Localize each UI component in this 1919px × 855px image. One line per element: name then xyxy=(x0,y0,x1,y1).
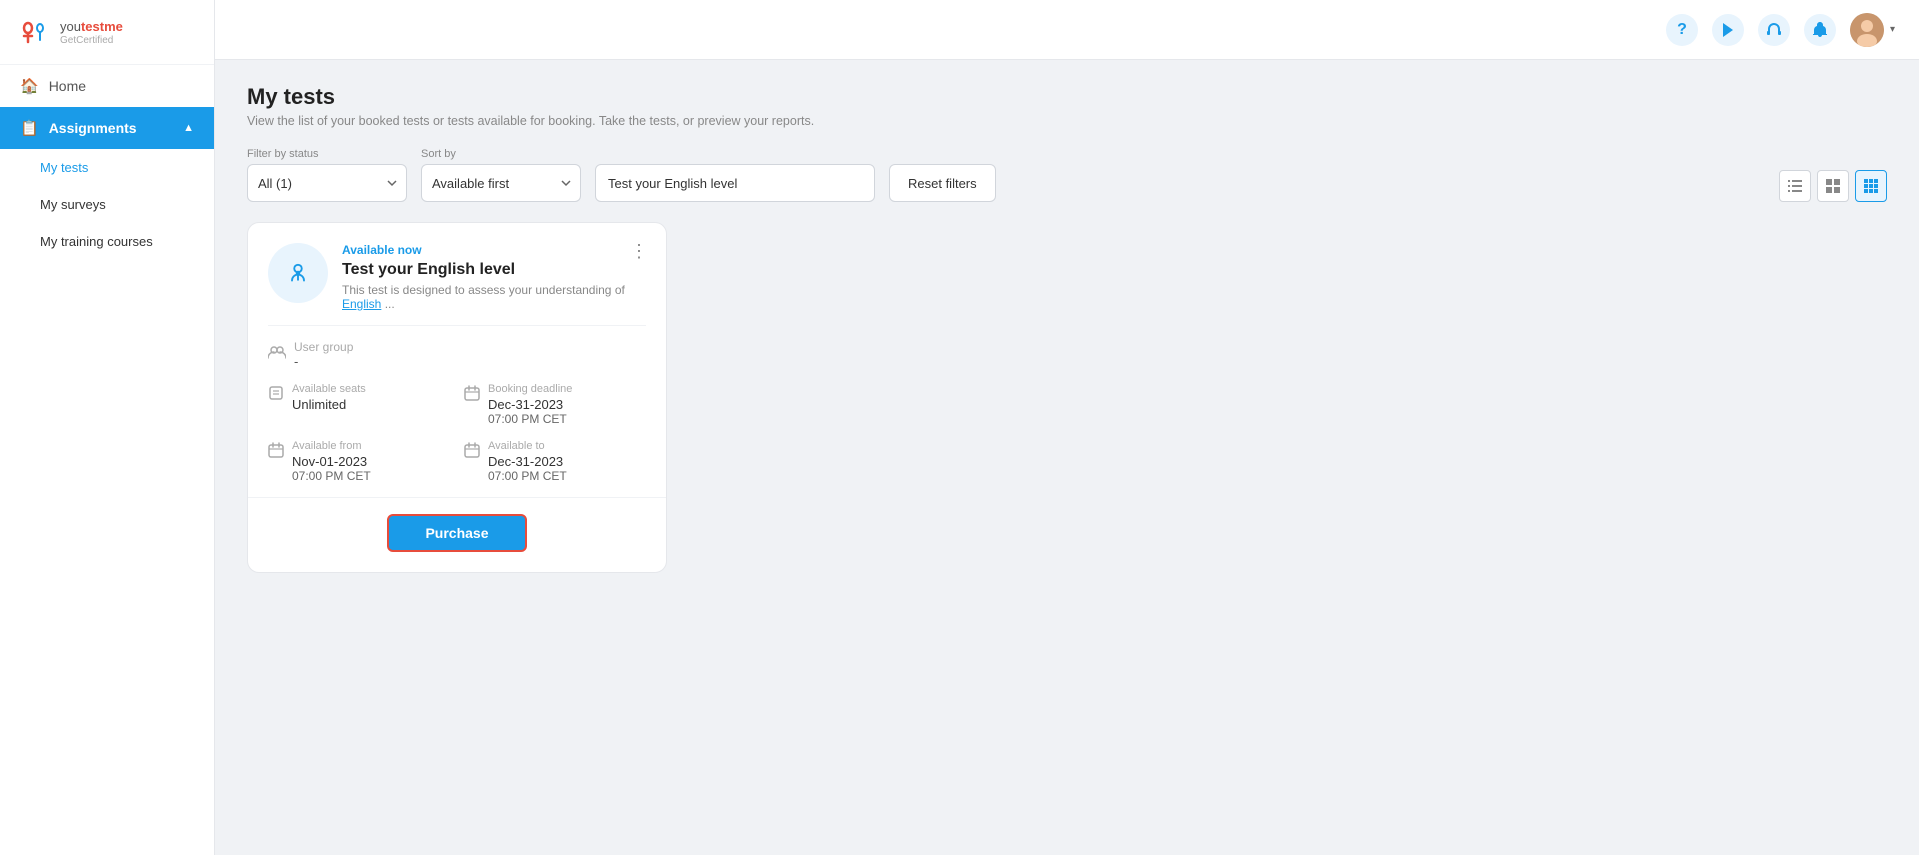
status-filter-label: Filter by status xyxy=(247,148,407,160)
logo-text: youtestme GetCertified xyxy=(60,18,123,47)
topbar: ? ▾ xyxy=(215,0,1919,60)
sidebar-item-my-training-courses[interactable]: My training courses xyxy=(0,223,214,260)
content-area: My tests View the list of your booked te… xyxy=(215,60,1919,855)
card-title-area: Available now Test your English level Th… xyxy=(342,243,646,311)
page-subtitle: View the list of your booked tests or te… xyxy=(247,114,1887,128)
sort-filter-select[interactable]: Available first Name A-Z Name Z-A Date xyxy=(421,164,581,202)
available-to-icon xyxy=(464,442,480,463)
test-card: ⋮ Available now Test your English level xyxy=(247,222,667,573)
user-group-info: User group - xyxy=(294,340,353,369)
search-filter-group: x xyxy=(595,148,875,202)
card-icon-wrap xyxy=(268,243,328,303)
logo-area: youtestme GetCertified xyxy=(0,0,214,65)
user-avatar-area[interactable]: ▾ xyxy=(1850,13,1895,47)
grid-view-button[interactable] xyxy=(1817,170,1849,202)
available-seats-item: Available seats Unlimited xyxy=(268,383,450,426)
reset-filters-button[interactable]: Reset filters xyxy=(889,164,996,202)
help-icon-button[interactable]: ? xyxy=(1666,14,1698,46)
logo-icon xyxy=(16,14,52,50)
assignments-label: Assignments xyxy=(49,120,137,136)
filters-row: Filter by status All (1) Available Booke… xyxy=(247,148,1887,202)
home-icon: 🏠 xyxy=(20,77,39,95)
purchase-button[interactable]: Purchase xyxy=(387,514,526,552)
sidebar: youtestme GetCertified 🏠 Home 📋 Assignme… xyxy=(0,0,215,855)
english-link[interactable]: English xyxy=(342,297,381,311)
sort-filter-group: Sort by Available first Name A-Z Name Z-… xyxy=(421,148,581,202)
sort-filter-label: Sort by xyxy=(421,148,581,160)
user-group-row: User group - xyxy=(268,340,646,369)
search-input[interactable] xyxy=(595,164,875,202)
home-label: Home xyxy=(49,78,86,94)
tile-view-button[interactable] xyxy=(1855,170,1887,202)
logo-you-testme: youtestme xyxy=(60,18,123,36)
seats-icon xyxy=(268,385,284,406)
available-from-item: Available from Nov-01-2023 07:00 PM CET xyxy=(268,440,450,483)
page-title: My tests xyxy=(247,84,1887,110)
main-area: ? ▾ My tests View the list of your booke… xyxy=(215,0,1919,855)
card-menu-button[interactable]: ⋮ xyxy=(630,241,648,262)
available-from-icon xyxy=(268,442,284,463)
card-meta-grid: Available seats Unlimited Booking deadli… xyxy=(268,383,646,483)
headset-icon-button[interactable] xyxy=(1758,14,1790,46)
available-now-badge: Available now xyxy=(342,243,646,257)
card-header: Available now Test your English level Th… xyxy=(268,243,646,311)
booking-deadline-icon xyxy=(464,385,480,406)
sidebar-item-my-surveys[interactable]: My surveys xyxy=(0,186,214,223)
booking-deadline-item: Booking deadline Dec-31-2023 07:00 PM CE… xyxy=(464,383,646,426)
chevron-up-icon: ▲ xyxy=(183,122,194,134)
card-description: This test is designed to assess your und… xyxy=(342,283,646,311)
avatar xyxy=(1850,13,1884,47)
user-group-icon xyxy=(268,345,286,364)
divider-2 xyxy=(248,497,666,498)
play-icon-button[interactable] xyxy=(1712,14,1744,46)
divider-1 xyxy=(268,325,646,326)
view-toggle-group xyxy=(1779,170,1887,202)
status-filter-select[interactable]: All (1) Available Booked Completed xyxy=(247,164,407,202)
sidebar-item-assignments[interactable]: 📋 Assignments ▲ xyxy=(0,107,214,149)
sidebar-item-my-tests[interactable]: My tests xyxy=(0,149,214,186)
available-to-item: Available to Dec-31-2023 07:00 PM CET xyxy=(464,440,646,483)
bell-icon-button[interactable] xyxy=(1804,14,1836,46)
test-icon xyxy=(283,258,313,288)
sidebar-item-home[interactable]: 🏠 Home xyxy=(0,65,214,107)
card-title: Test your English level xyxy=(342,261,646,279)
chevron-down-icon: ▾ xyxy=(1890,24,1895,35)
logo-getcertified: GetCertified xyxy=(60,35,123,46)
assignments-icon: 📋 xyxy=(20,119,39,137)
list-view-button[interactable] xyxy=(1779,170,1811,202)
status-filter-group: Filter by status All (1) Available Booke… xyxy=(247,148,407,202)
